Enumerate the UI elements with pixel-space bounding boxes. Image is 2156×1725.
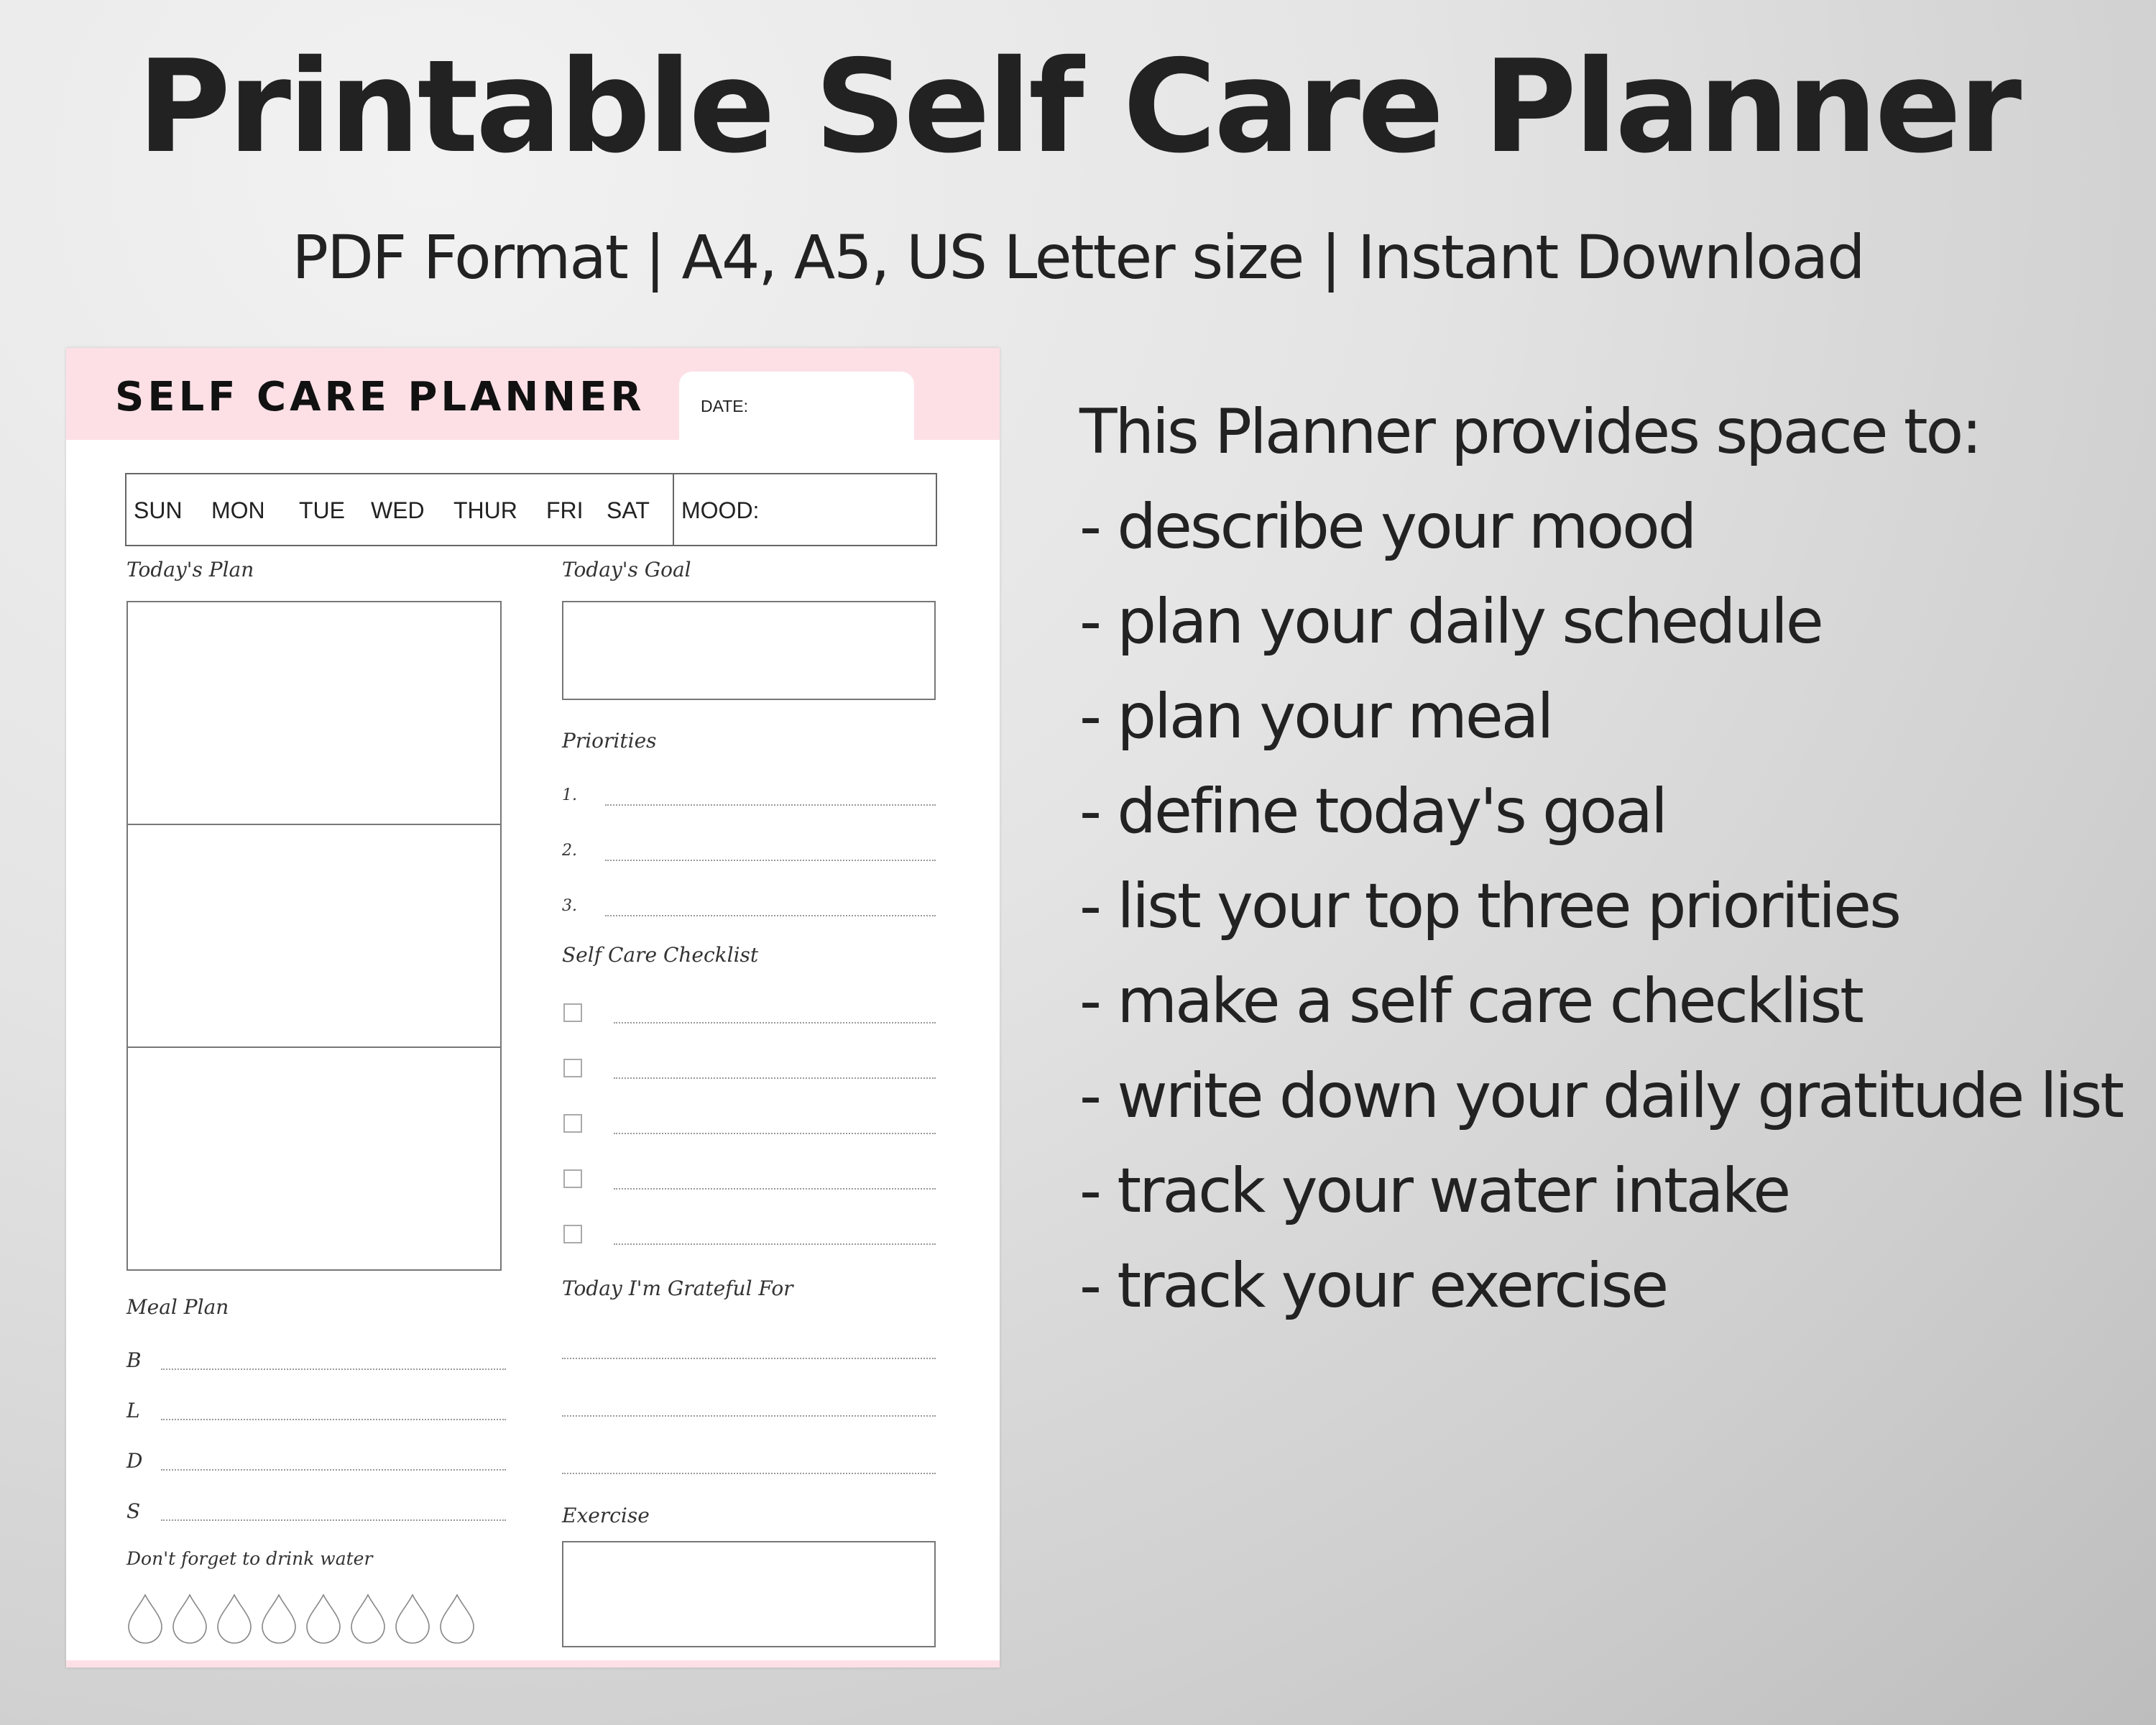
grateful-heading: Today I'm Grateful For — [562, 1276, 793, 1300]
mood-label[interactable]: MOOD: — [681, 497, 759, 524]
description-item: - make a self care checklist — [1079, 965, 1864, 1037]
meal-line[interactable] — [161, 1469, 506, 1471]
meal-letter: D — [126, 1449, 143, 1473]
meal-line[interactable] — [161, 1419, 506, 1420]
checklist-line[interactable] — [614, 1243, 936, 1245]
main-title: Printable Self Care Planner — [137, 32, 2022, 181]
priority-line[interactable] — [605, 860, 936, 861]
water-drop-icon[interactable] — [438, 1593, 476, 1644]
date-field[interactable]: DATE: — [679, 372, 914, 451]
description-item: - define today's goal — [1079, 776, 1668, 847]
goal-box[interactable] — [562, 601, 936, 700]
plan-box-2[interactable] — [126, 824, 502, 1048]
checklist-heading: Self Care Checklist — [562, 943, 759, 967]
exercise-heading: Exercise — [562, 1504, 650, 1527]
plan-box-3[interactable] — [126, 1046, 502, 1271]
priority-line[interactable] — [605, 804, 936, 806]
day-fri[interactable]: FRI — [546, 497, 584, 524]
priority-number: 2. — [562, 842, 577, 860]
day-mon[interactable]: MON — [211, 497, 265, 524]
day-tue[interactable]: TUE — [299, 497, 345, 524]
plan-box-1[interactable] — [126, 601, 502, 825]
date-label: DATE: — [701, 397, 749, 415]
planner-header-band: SELF CARE PLANNER DATE: — [66, 348, 1000, 451]
water-drop-icon[interactable] — [171, 1593, 208, 1644]
checklist-line[interactable] — [614, 1133, 936, 1134]
description-item: - describe your mood — [1079, 491, 1697, 563]
todays-plan-heading: Today's Plan — [126, 558, 254, 581]
description-item: - track your water intake — [1079, 1155, 1791, 1227]
meal-line[interactable] — [161, 1368, 506, 1370]
description-item: - write down your daily gratitude list — [1079, 1060, 2124, 1132]
description-intro: This Planner provides space to: — [1079, 396, 1982, 468]
description-item: - list your top three priorities — [1079, 870, 1902, 942]
checkbox[interactable] — [563, 1169, 582, 1188]
planner-title: SELF CARE PLANNER — [115, 374, 645, 420]
priority-number: 3. — [562, 897, 577, 915]
planner-page: SELF CARE PLANNER DATE: SUN MON TUE WED … — [66, 348, 1000, 1668]
checkbox[interactable] — [563, 1059, 582, 1077]
meal-line[interactable] — [161, 1519, 506, 1521]
water-drop-icon[interactable] — [349, 1593, 387, 1644]
description-item: - plan your daily schedule — [1079, 586, 1824, 658]
day-wed[interactable]: WED — [371, 497, 425, 524]
water-drop-icon[interactable] — [305, 1593, 342, 1644]
meal-letter: B — [126, 1348, 142, 1372]
description-item: - plan your meal — [1079, 681, 1554, 753]
grateful-line[interactable] — [562, 1358, 936, 1359]
water-heading: Don't forget to drink water — [126, 1548, 373, 1569]
mood-divider — [673, 474, 674, 545]
water-drop-icon[interactable] — [260, 1593, 298, 1644]
todays-goal-heading: Today's Goal — [562, 558, 691, 581]
checklist-line[interactable] — [614, 1022, 936, 1024]
grateful-line[interactable] — [562, 1473, 936, 1474]
description-item: - track your exercise — [1079, 1250, 1669, 1322]
exercise-box[interactable] — [562, 1541, 936, 1647]
feature-description: This Planner provides space to: - descri… — [1079, 385, 2124, 1333]
checklist-line[interactable] — [614, 1188, 936, 1190]
priority-number: 1. — [562, 786, 577, 804]
checkbox[interactable] — [563, 1225, 582, 1243]
subtitle: PDF Format | A4, A5, US Letter size | In… — [292, 222, 1865, 293]
meal-plan-heading: Meal Plan — [126, 1295, 229, 1319]
priorities-heading: Priorities — [562, 729, 657, 753]
priority-line[interactable] — [605, 915, 936, 916]
water-drop-icon[interactable] — [126, 1593, 164, 1644]
checkbox[interactable] — [563, 1114, 582, 1133]
grateful-line[interactable] — [562, 1415, 936, 1417]
planner-bottom-band — [66, 1660, 1000, 1668]
checkbox[interactable] — [563, 1003, 582, 1022]
day-thur[interactable]: THUR — [453, 497, 517, 524]
day-sat[interactable]: SAT — [607, 497, 650, 524]
day-sun[interactable]: SUN — [134, 497, 183, 524]
day-mood-row: SUN MON TUE WED THUR FRI SAT MOOD: — [125, 473, 937, 546]
meal-letter: L — [126, 1399, 140, 1422]
meal-letter: S — [126, 1499, 141, 1523]
water-drop-icon[interactable] — [394, 1593, 431, 1644]
checklist-line[interactable] — [614, 1077, 936, 1079]
water-drop-icon[interactable] — [216, 1593, 253, 1644]
